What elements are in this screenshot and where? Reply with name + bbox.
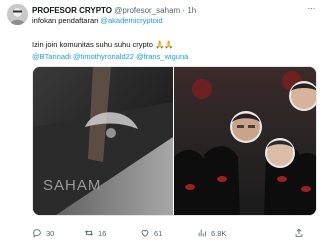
like-count: 61 — [154, 228, 163, 238]
mention-link[interactable]: @frans_wiguna — [136, 52, 188, 61]
more-options-icon[interactable]: ··· — [308, 3, 316, 13]
tweet-mentions-line: @BTannadi @timothyronald22 @frans_wiguna — [32, 52, 313, 62]
retweet-button[interactable]: 16 — [84, 226, 106, 240]
share-icon — [294, 228, 304, 238]
media-image-left[interactable]: SAHAM — [33, 67, 173, 215]
tweet-text-line-1: infokan pendaftaran @akademicryptoid — [32, 16, 313, 26]
mention-link[interactable]: @timothyronald22 — [73, 52, 134, 61]
reply-icon — [32, 228, 42, 238]
views-icon — [197, 228, 207, 238]
reply-button[interactable]: 30 — [32, 226, 54, 240]
timestamp[interactable]: 1h — [187, 6, 196, 15]
tweet-text: infokan pendaftaran — [32, 16, 101, 25]
user-handle[interactable]: @profesor_saham — [114, 6, 180, 15]
retweet-icon — [84, 228, 94, 238]
like-button[interactable]: 61 — [140, 226, 162, 240]
media-grid: SAHAM — [32, 66, 317, 216]
media-caption-text: SAHAM — [43, 177, 102, 194]
avatar[interactable] — [7, 4, 28, 25]
tweet-actions-bar: 30 16 61 6.8K — [32, 226, 313, 240]
separator-dot: · — [182, 6, 186, 15]
views-button[interactable]: 6.8K — [197, 226, 226, 240]
tweet-card: PROFESOR CRYPTO @profesor_saham · 1h ···… — [3, 0, 317, 242]
views-count: 6.8K — [211, 228, 227, 238]
tweet-header: PROFESOR CRYPTO @profesor_saham · 1h — [32, 5, 317, 16]
display-name[interactable]: PROFESOR CRYPTO — [32, 6, 112, 15]
heart-icon — [140, 228, 150, 238]
retweet-count: 16 — [98, 228, 107, 238]
mention-link[interactable]: @akademicryptoid — [100, 16, 162, 25]
media-image-right[interactable] — [174, 67, 316, 215]
reply-count: 30 — [46, 228, 55, 238]
mention-link[interactable]: @BTannadi — [32, 52, 71, 61]
share-button[interactable] — [294, 226, 304, 240]
tweet-text-line-2: Izin join komunitas suhu suhu crypto 🙏🙏 — [32, 40, 174, 49]
